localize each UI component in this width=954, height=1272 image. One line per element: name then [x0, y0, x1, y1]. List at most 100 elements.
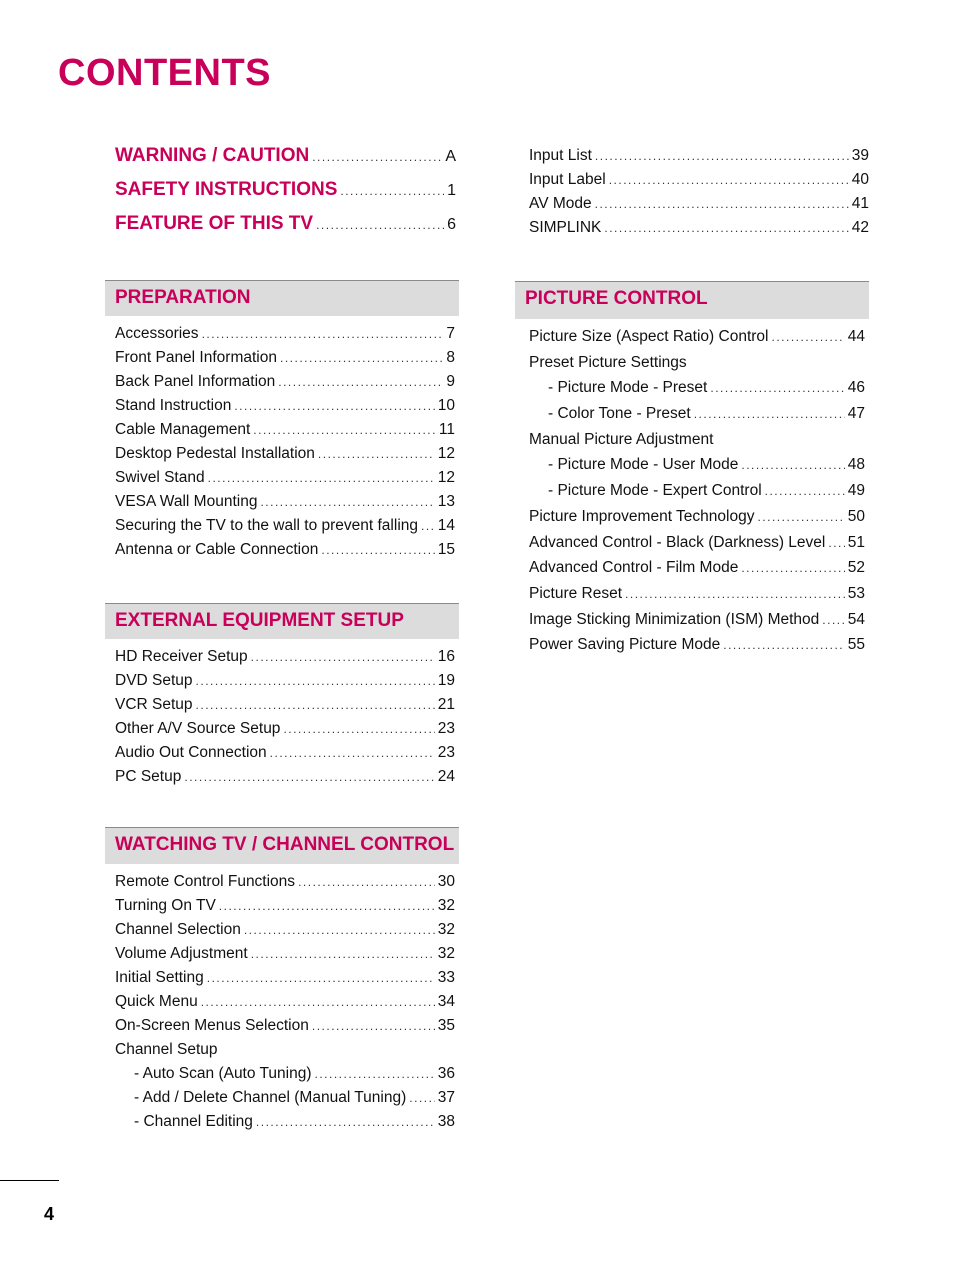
toc-entry[interactable]: Back Panel Information 9	[115, 373, 455, 397]
entry-label: PC Setup	[115, 768, 182, 785]
page-ref: 1	[447, 182, 456, 199]
toc-entry[interactable]: - Picture Mode - Preset 46	[529, 379, 865, 405]
toc-entry[interactable]: - Color Tone - Preset 47	[529, 405, 865, 431]
entry-label: Other A/V Source Setup	[115, 720, 281, 737]
page-title: CONTENTS	[58, 52, 271, 94]
toc-entry[interactable]: VESA Wall Mounting 13	[115, 493, 455, 517]
toc-entry[interactable]: Remote Control Functions 30	[115, 873, 455, 897]
toc-entry[interactable]: Turning On TV 32	[115, 897, 455, 921]
leader-dots	[270, 746, 435, 760]
page-ref: 21	[437, 696, 455, 713]
leader-dots	[315, 1067, 435, 1081]
page-ref: 16	[437, 648, 455, 665]
toc-link-safety[interactable]: SAFETY INSTRUCTIONS 1	[115, 179, 456, 213]
entry-label: DVD Setup	[115, 672, 193, 689]
entry-label: Channel Selection	[115, 921, 241, 938]
page-number: 4	[44, 1204, 55, 1224]
leader-dots	[757, 510, 844, 524]
toc-entry[interactable]: - Picture Mode - Expert Control 49	[529, 482, 865, 508]
toc-entry[interactable]: Advanced Control - Black (Darkness) Leve…	[529, 534, 865, 560]
toc-entry[interactable]: Input Label 40	[529, 171, 869, 195]
page-ref: 11	[438, 421, 455, 438]
leader-dots	[409, 1091, 434, 1105]
entry-label: - Picture Mode - Expert Control	[548, 482, 762, 500]
entry-label: On-Screen Menus Selection	[115, 1017, 309, 1034]
toc-entry[interactable]: Picture Reset 53	[529, 585, 865, 611]
toc-entry[interactable]: PC Setup 24	[115, 768, 455, 792]
leader-dots	[421, 519, 435, 533]
toc-entry[interactable]: VCR Setup 21	[115, 696, 455, 720]
entry-label: SIMPLINK	[529, 219, 602, 236]
entry-list: Input List 39 Input Label 40 AV Mode 41 SIMPLI…	[529, 147, 869, 243]
toc-entry[interactable]: Cable Management 11	[115, 421, 455, 445]
page-ref: 12	[437, 469, 455, 486]
leader-dots	[765, 484, 845, 498]
page-ref: 51	[847, 533, 865, 551]
leader-dots	[184, 770, 434, 784]
toc-entry[interactable]: Input List 39	[529, 147, 869, 171]
toc-entry[interactable]: Front Panel Information 8	[115, 349, 455, 373]
page-ref: 19	[437, 672, 455, 689]
toc-entry[interactable]: Picture Improvement Technology 50	[529, 508, 865, 534]
leader-dots	[595, 197, 849, 211]
toc-entry[interactable]: Channel Selection 32	[115, 921, 455, 945]
entry-label: - Channel Editing	[134, 1113, 253, 1130]
entry-label: AV Mode	[529, 195, 592, 212]
toc-entry[interactable]: Volume Adjustment 32	[115, 945, 455, 969]
section-heading: PREPARATION	[105, 280, 459, 316]
entry-label: Power Saving Picture Mode	[529, 636, 721, 654]
entry-label: - Add / Delete Channel (Manual Tuning)	[134, 1089, 407, 1106]
toc-entry[interactable]: Initial Setting 33	[115, 969, 455, 993]
leader-dots	[219, 899, 435, 913]
toc-entry[interactable]: Other A/V Source Setup 23	[115, 720, 455, 744]
page-ref: 35	[437, 1017, 455, 1034]
leader-dots	[196, 698, 435, 712]
leader-dots	[283, 722, 434, 736]
entry-label: HD Receiver Setup	[115, 648, 248, 665]
toc-entry[interactable]: SIMPLINK 42	[529, 219, 869, 243]
entry-label: Securing the TV to the wall to prevent f…	[115, 517, 418, 534]
leader-dots	[298, 875, 435, 889]
toc-entry[interactable]: Stand Instruction 10	[115, 397, 455, 421]
toc-entry[interactable]: AV Mode 41	[529, 195, 869, 219]
entry-label: Turning On TV	[115, 897, 216, 914]
entry-label: Audio Out Connection	[115, 744, 267, 761]
page-ref: 32	[437, 897, 455, 914]
toc-entry[interactable]: Quick Menu 34	[115, 993, 455, 1017]
page-ref: 9	[446, 373, 455, 390]
toc-entry[interactable]: Antenna or Cable Connection 15	[115, 541, 455, 565]
section-preparation: PREPARATION Accessories 7 Front Panel Info…	[105, 280, 459, 565]
page-ref: 30	[437, 873, 455, 890]
toc-entry[interactable]: Accessories 7	[115, 325, 455, 349]
page-ref: 12	[437, 445, 455, 462]
leader-dots	[828, 536, 844, 550]
toc-entry[interactable]: Securing the TV to the wall to prevent f…	[115, 517, 455, 541]
toc-entry[interactable]: DVD Setup 19	[115, 672, 455, 696]
leader-dots	[260, 495, 434, 509]
toc-entry[interactable]: Picture Size (Aspect Ratio) Control 44	[529, 328, 865, 354]
toc-entry[interactable]: - Auto Scan (Auto Tuning) 36	[115, 1065, 455, 1089]
page-ref: 6	[447, 216, 456, 233]
toc-entry[interactable]: Swivel Stand 12	[115, 469, 455, 493]
page-ref: 23	[437, 720, 455, 737]
leader-dots	[201, 995, 435, 1009]
toc-entry[interactable]: Image Sticking Minimization (ISM) Method…	[529, 611, 865, 637]
page-ref: 10	[437, 397, 455, 414]
toc-entry[interactable]: Advanced Control - Film Mode 52	[529, 559, 865, 585]
entry-label: Cable Management	[115, 421, 251, 438]
page-ref: 50	[847, 507, 865, 525]
entry-label: - Auto Scan (Auto Tuning)	[134, 1065, 312, 1082]
entry-label: Picture Reset	[529, 584, 623, 602]
toc-entry[interactable]: - Picture Mode - User Mode 48	[529, 456, 865, 482]
toc-link-warning[interactable]: WARNING / CAUTION A	[115, 145, 456, 179]
toc-entry[interactable]: Desktop Pedestal Installation 12	[115, 445, 455, 469]
toc-entry[interactable]: Power Saving Picture Mode 55	[529, 636, 865, 662]
toc-entry[interactable]: Audio Out Connection 23	[115, 744, 455, 768]
toc-entry[interactable]: - Add / Delete Channel (Manual Tuning) 37	[115, 1089, 455, 1113]
toc-subheading: Manual Picture Adjustment	[529, 431, 865, 457]
toc-link-feature[interactable]: FEATURE OF THIS TV 6	[115, 213, 456, 247]
toc-entry[interactable]: On-Screen Menus Selection 35	[115, 1017, 455, 1041]
toc-entry[interactable]: HD Receiver Setup 16	[115, 648, 455, 672]
leader-dots	[280, 351, 443, 365]
toc-entry[interactable]: - Channel Editing 38	[115, 1113, 455, 1137]
